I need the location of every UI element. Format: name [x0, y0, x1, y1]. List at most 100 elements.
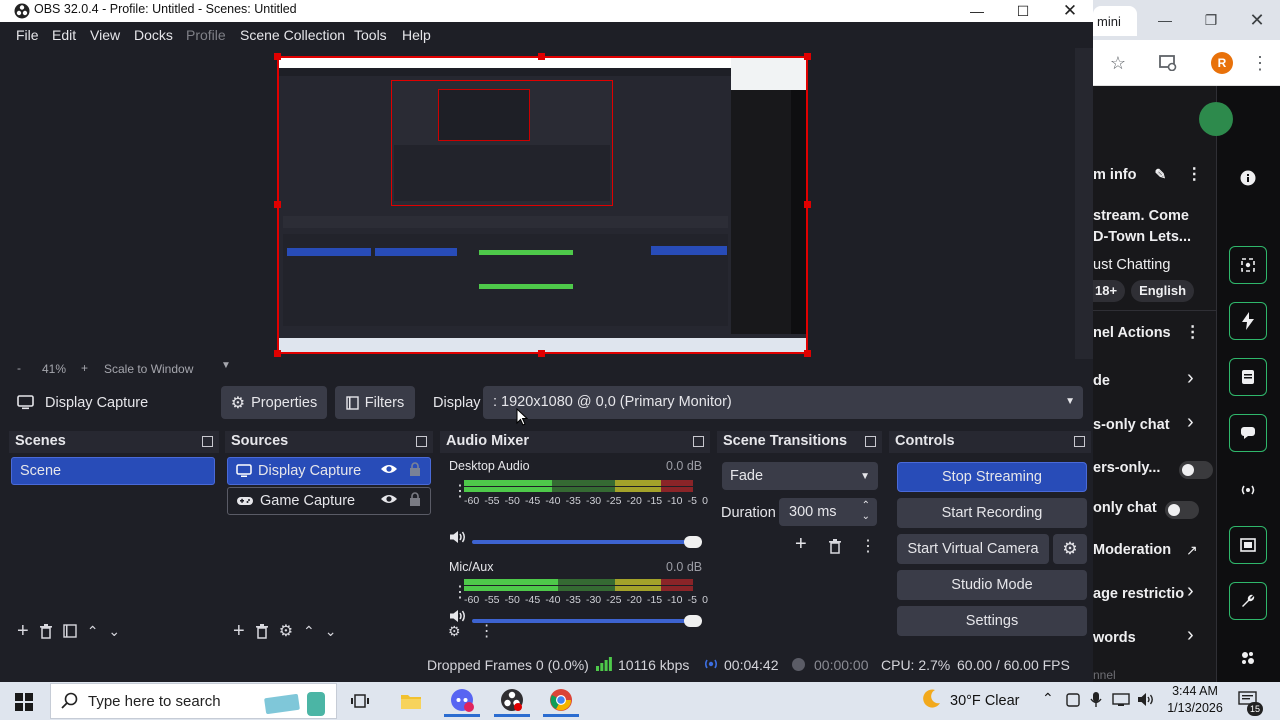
- microphone-icon[interactable]: [1090, 692, 1102, 708]
- tag-language[interactable]: English: [1131, 280, 1195, 302]
- info-icon[interactable]: [1234, 164, 1262, 192]
- task-view-icon[interactable]: [342, 685, 378, 717]
- source-settings-gear-icon[interactable]: ⚙: [279, 621, 293, 641]
- tag-age[interactable]: 18+: [1089, 280, 1126, 302]
- undock-icon[interactable]: [1074, 436, 1085, 447]
- start-virtual-camera-button[interactable]: Start Virtual Camera: [897, 534, 1049, 564]
- undock-icon[interactable]: [865, 436, 876, 447]
- broadcast-icon[interactable]: [1234, 476, 1262, 504]
- chevron-up-icon[interactable]: ⌃: [862, 500, 870, 511]
- add-scene-icon[interactable]: +: [17, 620, 29, 643]
- menu-tools[interactable]: Tools: [354, 27, 387, 43]
- channel-action-row[interactable]: age restrictio: [1093, 586, 1217, 602]
- preview-canvas[interactable]: [277, 56, 808, 354]
- mixer-menu-icon[interactable]: ⋮: [479, 621, 495, 641]
- wrench-icon[interactable]: [1229, 582, 1267, 620]
- channel-action-row[interactable]: s-only chat: [1093, 417, 1217, 433]
- add-source-icon[interactable]: +: [233, 620, 245, 643]
- cast-icon[interactable]: [1153, 48, 1183, 78]
- studio-mode-button[interactable]: Studio Mode: [897, 570, 1087, 600]
- resize-handle[interactable]: [804, 53, 811, 60]
- more-options-icon[interactable]: ⋮: [1186, 166, 1202, 183]
- weather-text[interactable]: 30°F Clear: [950, 693, 1019, 709]
- undock-icon[interactable]: [416, 436, 427, 447]
- filters-button[interactable]: Filters: [335, 386, 415, 419]
- visibility-eye-icon[interactable]: [380, 493, 398, 505]
- lock-icon[interactable]: [409, 462, 421, 477]
- display-select[interactable]: : 1920x1080 @ 0,0 (Primary Monitor) ▼: [483, 386, 1083, 419]
- chrome-app-icon[interactable]: [543, 685, 579, 717]
- menu-edit[interactable]: Edit: [52, 27, 76, 43]
- stop-streaming-button[interactable]: Stop Streaming: [897, 462, 1087, 492]
- stream-category[interactable]: ust Chatting: [1093, 257, 1217, 273]
- lock-icon[interactable]: [409, 492, 421, 507]
- show-hidden-icons-chevron[interactable]: ⌃: [1042, 690, 1054, 707]
- undock-icon[interactable]: [693, 436, 704, 447]
- clock-time[interactable]: 3:44 AM: [1168, 684, 1222, 698]
- volume-icon[interactable]: [1137, 692, 1155, 707]
- zoom-out-button[interactable]: -: [17, 361, 21, 375]
- resize-handle[interactable]: [274, 350, 281, 357]
- channel-action-row[interactable]: Moderation: [1093, 542, 1217, 558]
- resize-handle[interactable]: [538, 53, 545, 60]
- notes-icon[interactable]: [1229, 358, 1267, 396]
- sub-only-chat-toggle[interactable]: [1165, 501, 1199, 519]
- menu-scene-collection[interactable]: Scene Collection: [240, 27, 345, 43]
- network-icon[interactable]: [1112, 693, 1130, 707]
- channel-action-row[interactable]: ers-only...: [1093, 460, 1179, 476]
- followers-only-toggle[interactable]: [1179, 461, 1213, 479]
- settings-button[interactable]: Settings: [897, 606, 1087, 636]
- resize-handle[interactable]: [804, 201, 811, 208]
- preview-scrollbar[interactable]: [1075, 48, 1093, 359]
- visibility-eye-icon[interactable]: [380, 463, 398, 475]
- move-up-icon[interactable]: ⌃: [87, 623, 99, 640]
- browser-menu-icon[interactable]: ⋮: [1245, 48, 1275, 78]
- resize-handle[interactable]: [274, 201, 281, 208]
- remove-source-icon[interactable]: [255, 623, 269, 639]
- more-options-icon[interactable]: ⋮: [1185, 324, 1201, 341]
- source-item[interactable]: Display Capture: [227, 457, 431, 485]
- minimize-button[interactable]: —: [954, 0, 1000, 22]
- remove-transition-icon[interactable]: [828, 539, 842, 554]
- channel-action-row[interactable]: de: [1093, 373, 1217, 389]
- zoom-in-button[interactable]: +: [81, 361, 88, 375]
- lightning-icon[interactable]: [1229, 302, 1267, 340]
- source-item[interactable]: Game Capture: [227, 487, 431, 515]
- taskbar-search[interactable]: Type here to search: [50, 683, 337, 719]
- discord-app-icon[interactable]: [444, 685, 480, 717]
- browser-tab[interactable]: mini: [1093, 6, 1137, 36]
- resize-handle[interactable]: [804, 350, 811, 357]
- transition-menu-icon[interactable]: ⋮: [860, 536, 876, 556]
- browser-close-button[interactable]: ✕: [1241, 6, 1273, 34]
- chevron-down-icon[interactable]: ⌄: [862, 511, 870, 522]
- maximize-button[interactable]: ☐: [1000, 0, 1046, 22]
- virtual-camera-settings-gear-icon[interactable]: ⚙: [1053, 534, 1087, 564]
- clip-icon[interactable]: [1229, 246, 1267, 284]
- chat-icon[interactable]: [1229, 414, 1267, 452]
- menu-profile[interactable]: Profile: [186, 27, 226, 43]
- volume-slider[interactable]: [472, 540, 694, 544]
- duration-stepper[interactable]: 300 ms ⌃ ⌄: [779, 498, 877, 526]
- scene-filters-icon[interactable]: [62, 624, 77, 638]
- browser-restore-button[interactable]: ❐: [1195, 6, 1227, 34]
- chevron-down-icon[interactable]: ▼: [221, 360, 231, 371]
- edit-pencil-icon[interactable]: ✎: [1155, 166, 1167, 182]
- volume-slider-thumb[interactable]: [684, 536, 702, 548]
- obs-app-icon[interactable]: [494, 685, 530, 717]
- browser-minimize-button[interactable]: —: [1149, 6, 1181, 34]
- file-explorer-icon[interactable]: [393, 685, 429, 717]
- tray-app-icon[interactable]: [1066, 693, 1080, 707]
- apps-icon[interactable]: [1234, 644, 1262, 672]
- advanced-audio-gear-icon[interactable]: ⚙: [448, 623, 461, 640]
- resize-handle[interactable]: [538, 350, 545, 357]
- start-recording-button[interactable]: Start Recording: [897, 498, 1087, 528]
- undock-icon[interactable]: [202, 436, 213, 447]
- move-up-icon[interactable]: ⌃: [303, 623, 315, 640]
- speaker-icon[interactable]: [449, 530, 467, 544]
- channel-action-row[interactable]: words: [1093, 630, 1217, 646]
- properties-button[interactable]: ⚙ Properties: [221, 386, 327, 419]
- transition-select[interactable]: Fade ▼: [722, 462, 878, 490]
- menu-view[interactable]: View: [90, 27, 120, 43]
- close-button[interactable]: ✕: [1047, 0, 1093, 22]
- zoom-mode[interactable]: Scale to Window: [104, 362, 193, 376]
